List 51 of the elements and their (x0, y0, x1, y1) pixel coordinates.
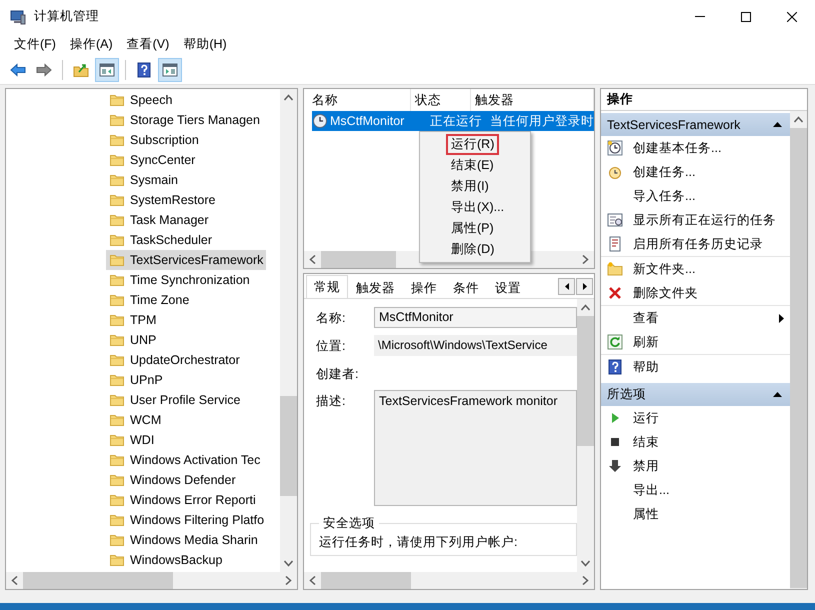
action-label: 启用所有任务历史记录 (633, 236, 764, 252)
action-label: 刷新 (633, 334, 660, 350)
field-label: 创建者: (316, 366, 360, 383)
tree-item-label: UPnP (130, 373, 163, 387)
tree-item-label: Windows Error Reporti (130, 493, 256, 507)
action-label: 显示所有正在运行的任务 (633, 212, 777, 228)
tree-item-label: Windows Defender (130, 473, 236, 487)
tree-item-label: Subscription (130, 133, 199, 147)
action-label: 新文件夹... (633, 260, 696, 278)
action-label: 创建基本任务... (633, 140, 722, 156)
action-label: 结束 (633, 434, 660, 450)
panel-header: 操作 (601, 89, 807, 111)
action-label: 禁用 (633, 458, 660, 474)
tree-item-label: WCM (130, 413, 162, 427)
action-label: 运行 (633, 410, 660, 426)
field-label: 描述: (316, 393, 346, 410)
tree-item-label: WindowsBackup (130, 553, 222, 567)
tree-item-label: Windows Activation Tec (130, 453, 260, 467)
field-label: 位置: (316, 338, 346, 355)
location-value: \Microsoft\Windows\TextService (374, 335, 577, 356)
window-title: 计算机管理 (34, 8, 99, 25)
table-cell-text: 当任何用户登录时 (489, 112, 594, 130)
action-label: 删除文件夹 (633, 284, 699, 302)
action-label: 导入任务... (633, 188, 696, 204)
tree-item-label: TextServicesFramework (130, 253, 264, 267)
tree-item-label: SystemRestore (130, 193, 216, 207)
action-label: 查看 (633, 310, 660, 326)
tree-item-label: TaskScheduler (130, 233, 212, 247)
tree-item-label: UpdateOrchestrator (130, 353, 240, 367)
security-text: 运行任务时，请使用下列用户帐户: (319, 534, 518, 551)
table-cell-text: MsCtfMonitor (330, 114, 406, 128)
tree-item-label: SyncCenter (130, 153, 196, 167)
action-label: 创建任务... (633, 164, 696, 180)
action-label: 导出... (633, 482, 670, 498)
tree-item-label: Sysmain (130, 173, 178, 187)
tree-item-label: Task Manager (130, 213, 209, 227)
action-label: 帮助 (633, 358, 660, 376)
tree-item-label: Speech (130, 93, 172, 107)
tree-item-label: Windows Media Sharin (130, 533, 258, 547)
tree-item-label: Time Synchronization (130, 273, 250, 287)
group-title: 安全选项 (322, 515, 376, 532)
tree-item-label: Windows Filtering Platfo (130, 513, 264, 527)
tree-item-label: UNP (130, 333, 156, 347)
field-label: 名称: (316, 310, 346, 327)
action-label: 属性 (633, 506, 660, 522)
tree-item-label: User Profile Service (130, 393, 240, 407)
tree-item-label: TPM (130, 313, 156, 327)
tree-item-label: Time Zone (130, 293, 190, 307)
tree-item-label: WDI (130, 433, 154, 447)
tree-item-label: Storage Tiers Managen (130, 113, 260, 127)
table-cell-text: 正在运行 (428, 112, 483, 130)
